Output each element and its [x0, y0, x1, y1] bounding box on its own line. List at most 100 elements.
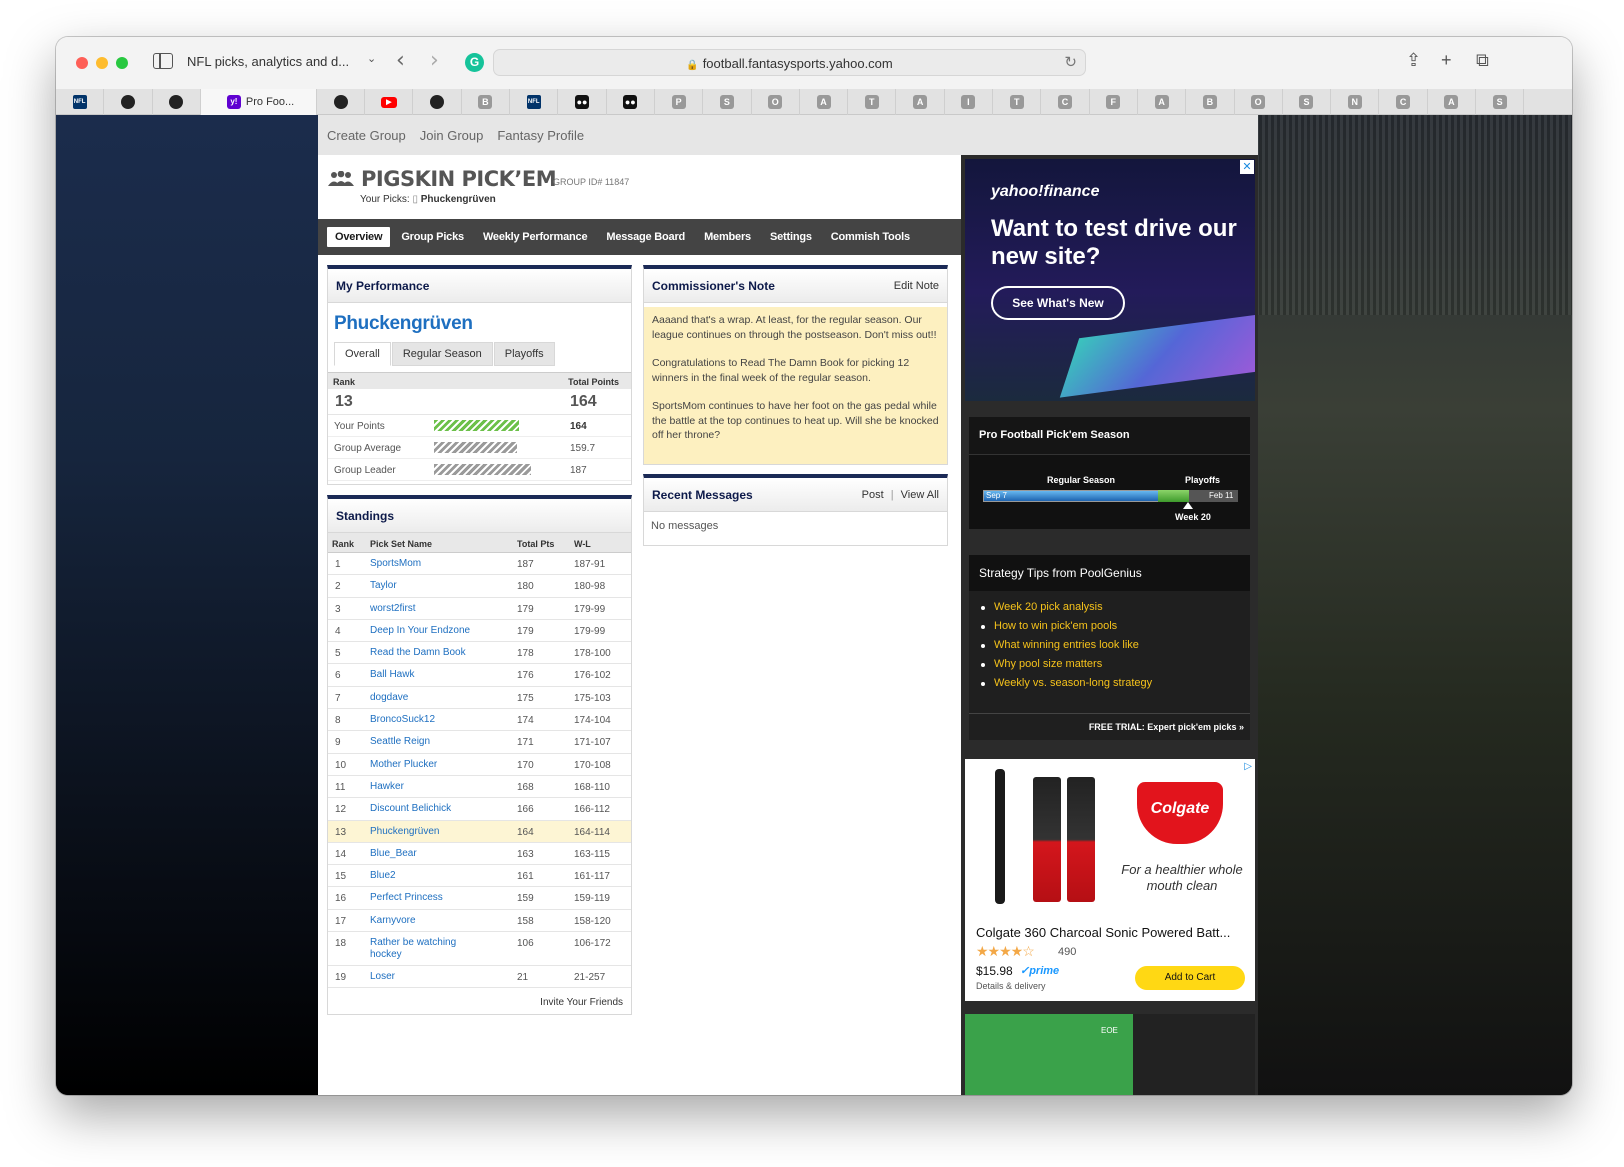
ad-choices-icon[interactable]: ▷ [1244, 761, 1252, 772]
fantasy-profile-link[interactable]: Fantasy Profile [497, 128, 584, 143]
edit-note-link[interactable]: Edit Note [894, 280, 939, 292]
browser-tab[interactable]: I [945, 89, 994, 115]
create-group-link[interactable]: Create Group [327, 128, 406, 143]
pick-set-link[interactable]: SportsMom [370, 558, 480, 570]
browser-titlebar: NFL picks, analytics and d... ⌄ ‹ › G 🔒 f… [56, 37, 1572, 89]
tip-link[interactable]: Why pool size matters [981, 658, 1240, 670]
address-bar[interactable]: 🔒 football.fantasysports.yahoo.com ↻ [493, 49, 1086, 76]
sidebar-toggle-icon[interactable] [153, 53, 173, 69]
share-icon[interactable]: ⇪ [1406, 50, 1421, 71]
pick-set-link[interactable]: Deep In Your Endzone [370, 625, 480, 637]
browser-tab[interactable]: O [1235, 89, 1283, 115]
tab-playoffs[interactable]: Playoffs [493, 342, 555, 366]
tip-link[interactable]: Week 20 pick analysis [981, 601, 1240, 613]
browser-tab[interactable]: O [752, 89, 800, 115]
browser-tab[interactable]: A [800, 89, 849, 115]
browser-tab[interactable] [153, 89, 201, 115]
view-all-link[interactable]: View All [901, 489, 939, 501]
tab-active[interactable]: y! Pro Foo... [200, 89, 317, 115]
new-tab-icon[interactable]: + [1441, 50, 1452, 71]
pick-set-link[interactable]: worst2first [370, 603, 480, 615]
browser-tab[interactable]: T [993, 89, 1042, 115]
pick-set-link[interactable]: Hawker [370, 781, 480, 793]
browser-tab[interactable]: C [1379, 89, 1428, 115]
nav-overview[interactable]: Overview [327, 227, 391, 247]
zoom-window-button[interactable] [116, 57, 128, 69]
chevron-down-icon[interactable]: ⌄ [367, 52, 376, 65]
forward-arrow-icon[interactable]: › [430, 48, 439, 73]
tip-link[interactable]: Weekly vs. season-long strategy [981, 677, 1240, 689]
tab-group-title[interactable]: NFL picks, analytics and d... [187, 54, 349, 69]
bottom-ad[interactable]: EOE [965, 1014, 1255, 1095]
amazon-product-ad[interactable]: ▷ Colgate For a healthier whole mouth cl… [965, 759, 1255, 1001]
nav-weekly-performance[interactable]: Weekly Performance [475, 227, 595, 247]
nav-message-board[interactable]: Message Board [598, 227, 693, 247]
grammarly-extension-icon[interactable]: G [465, 53, 484, 72]
see-whats-new-button[interactable]: See What's New [991, 286, 1125, 320]
browser-tab[interactable]: T [848, 89, 897, 115]
browser-tab[interactable] [104, 89, 153, 115]
browser-tab[interactable]: ▶ [365, 89, 414, 115]
browser-tab[interactable]: ●● [558, 89, 607, 115]
pick-set-link[interactable]: Seattle Reign [370, 736, 480, 748]
ad-tagline: For a healthier whole mouth clean [1121, 862, 1243, 893]
nav-settings[interactable]: Settings [762, 227, 820, 247]
browser-tab[interactable] [317, 89, 366, 115]
yahoo-finance-ad[interactable]: yahoo!finance Want to test drive our new… [965, 159, 1255, 401]
free-trial-link[interactable]: FREE TRIAL: Expert pick'em picks » [969, 713, 1250, 740]
browser-tab[interactable]: NFL [510, 89, 559, 115]
tip-link[interactable]: What winning entries look like [981, 639, 1240, 651]
tab-overall[interactable]: Overall [334, 342, 391, 366]
delivery-details-link[interactable]: Details & delivery [976, 981, 1046, 991]
browser-tab[interactable]: A [1428, 89, 1477, 115]
pick-set-name[interactable]: Phuckengrüven [334, 313, 473, 335]
nav-members[interactable]: Members [696, 227, 759, 247]
pick-set-link[interactable]: Blue2 [370, 870, 480, 882]
browser-tab[interactable]: A [896, 89, 945, 115]
browser-tab[interactable]: F [1090, 89, 1138, 115]
pick-set-link[interactable]: Perfect Princess [370, 892, 480, 904]
invite-friends-link[interactable]: Invite Your Friends [540, 997, 623, 1008]
reload-icon[interactable]: ↻ [1064, 53, 1077, 71]
pick-set-link[interactable]: Discount Belichick [370, 803, 480, 815]
browser-tab[interactable]: ●● [607, 89, 655, 115]
pick-set-link[interactable]: Taylor [370, 580, 480, 592]
pick-set-link[interactable]: dogdave [370, 692, 480, 704]
close-window-button[interactable] [76, 57, 88, 69]
pick-set-link[interactable]: Karnyvore [370, 915, 480, 927]
pick-set-link[interactable]: Ball Hawk [370, 669, 480, 681]
browser-tab[interactable]: NFL [56, 89, 105, 115]
your-picks-name[interactable]: Phuckengrüven [421, 194, 496, 205]
minimize-window-button[interactable] [96, 57, 108, 69]
nav-commish-tools[interactable]: Commish Tools [823, 227, 918, 247]
browser-tab[interactable]: C [1041, 89, 1090, 115]
browser-tab[interactable] [413, 89, 462, 115]
back-arrow-icon[interactable]: ‹ [396, 48, 405, 73]
pick-set-link[interactable]: Read the Damn Book [370, 647, 480, 659]
browser-tab[interactable]: S [1476, 89, 1525, 115]
join-group-link[interactable]: Join Group [420, 128, 484, 143]
add-to-cart-button[interactable]: Add to Cart [1135, 966, 1245, 990]
browser-tab[interactable]: B [462, 89, 511, 115]
nav-group-picks[interactable]: Group Picks [393, 227, 472, 247]
browser-tab[interactable]: B [1186, 89, 1235, 115]
pick-set-link[interactable]: Loser [370, 971, 480, 983]
tip-link[interactable]: How to win pick'em pools [981, 620, 1240, 632]
tab-overview-icon[interactable]: ⧉ [1476, 50, 1489, 71]
product-title[interactable]: Colgate 360 Charcoal Sonic Powered Batt.… [976, 925, 1246, 940]
browser-tab[interactable]: P [655, 89, 704, 115]
tab-regular-season[interactable]: Regular Season [391, 342, 493, 366]
browser-tab[interactable]: S [703, 89, 752, 115]
browser-tab[interactable]: N [1331, 89, 1380, 115]
total-pts-cell: 21 [517, 972, 529, 984]
pick-set-link[interactable]: Mother Plucker [370, 759, 480, 771]
letter-o-icon: O [768, 95, 783, 109]
ad-close-icon[interactable]: ✕ [1240, 160, 1254, 174]
pick-set-link[interactable]: Rather be watching hockey [370, 937, 480, 961]
post-link[interactable]: Post [862, 489, 884, 501]
pick-set-link[interactable]: Blue_Bear [370, 848, 480, 860]
browser-tab[interactable]: S [1283, 89, 1332, 115]
pick-set-link[interactable]: Phuckengrüven [370, 826, 480, 838]
browser-tab[interactable]: A [1138, 89, 1187, 115]
pick-set-link[interactable]: BroncoSuck12 [370, 714, 480, 726]
